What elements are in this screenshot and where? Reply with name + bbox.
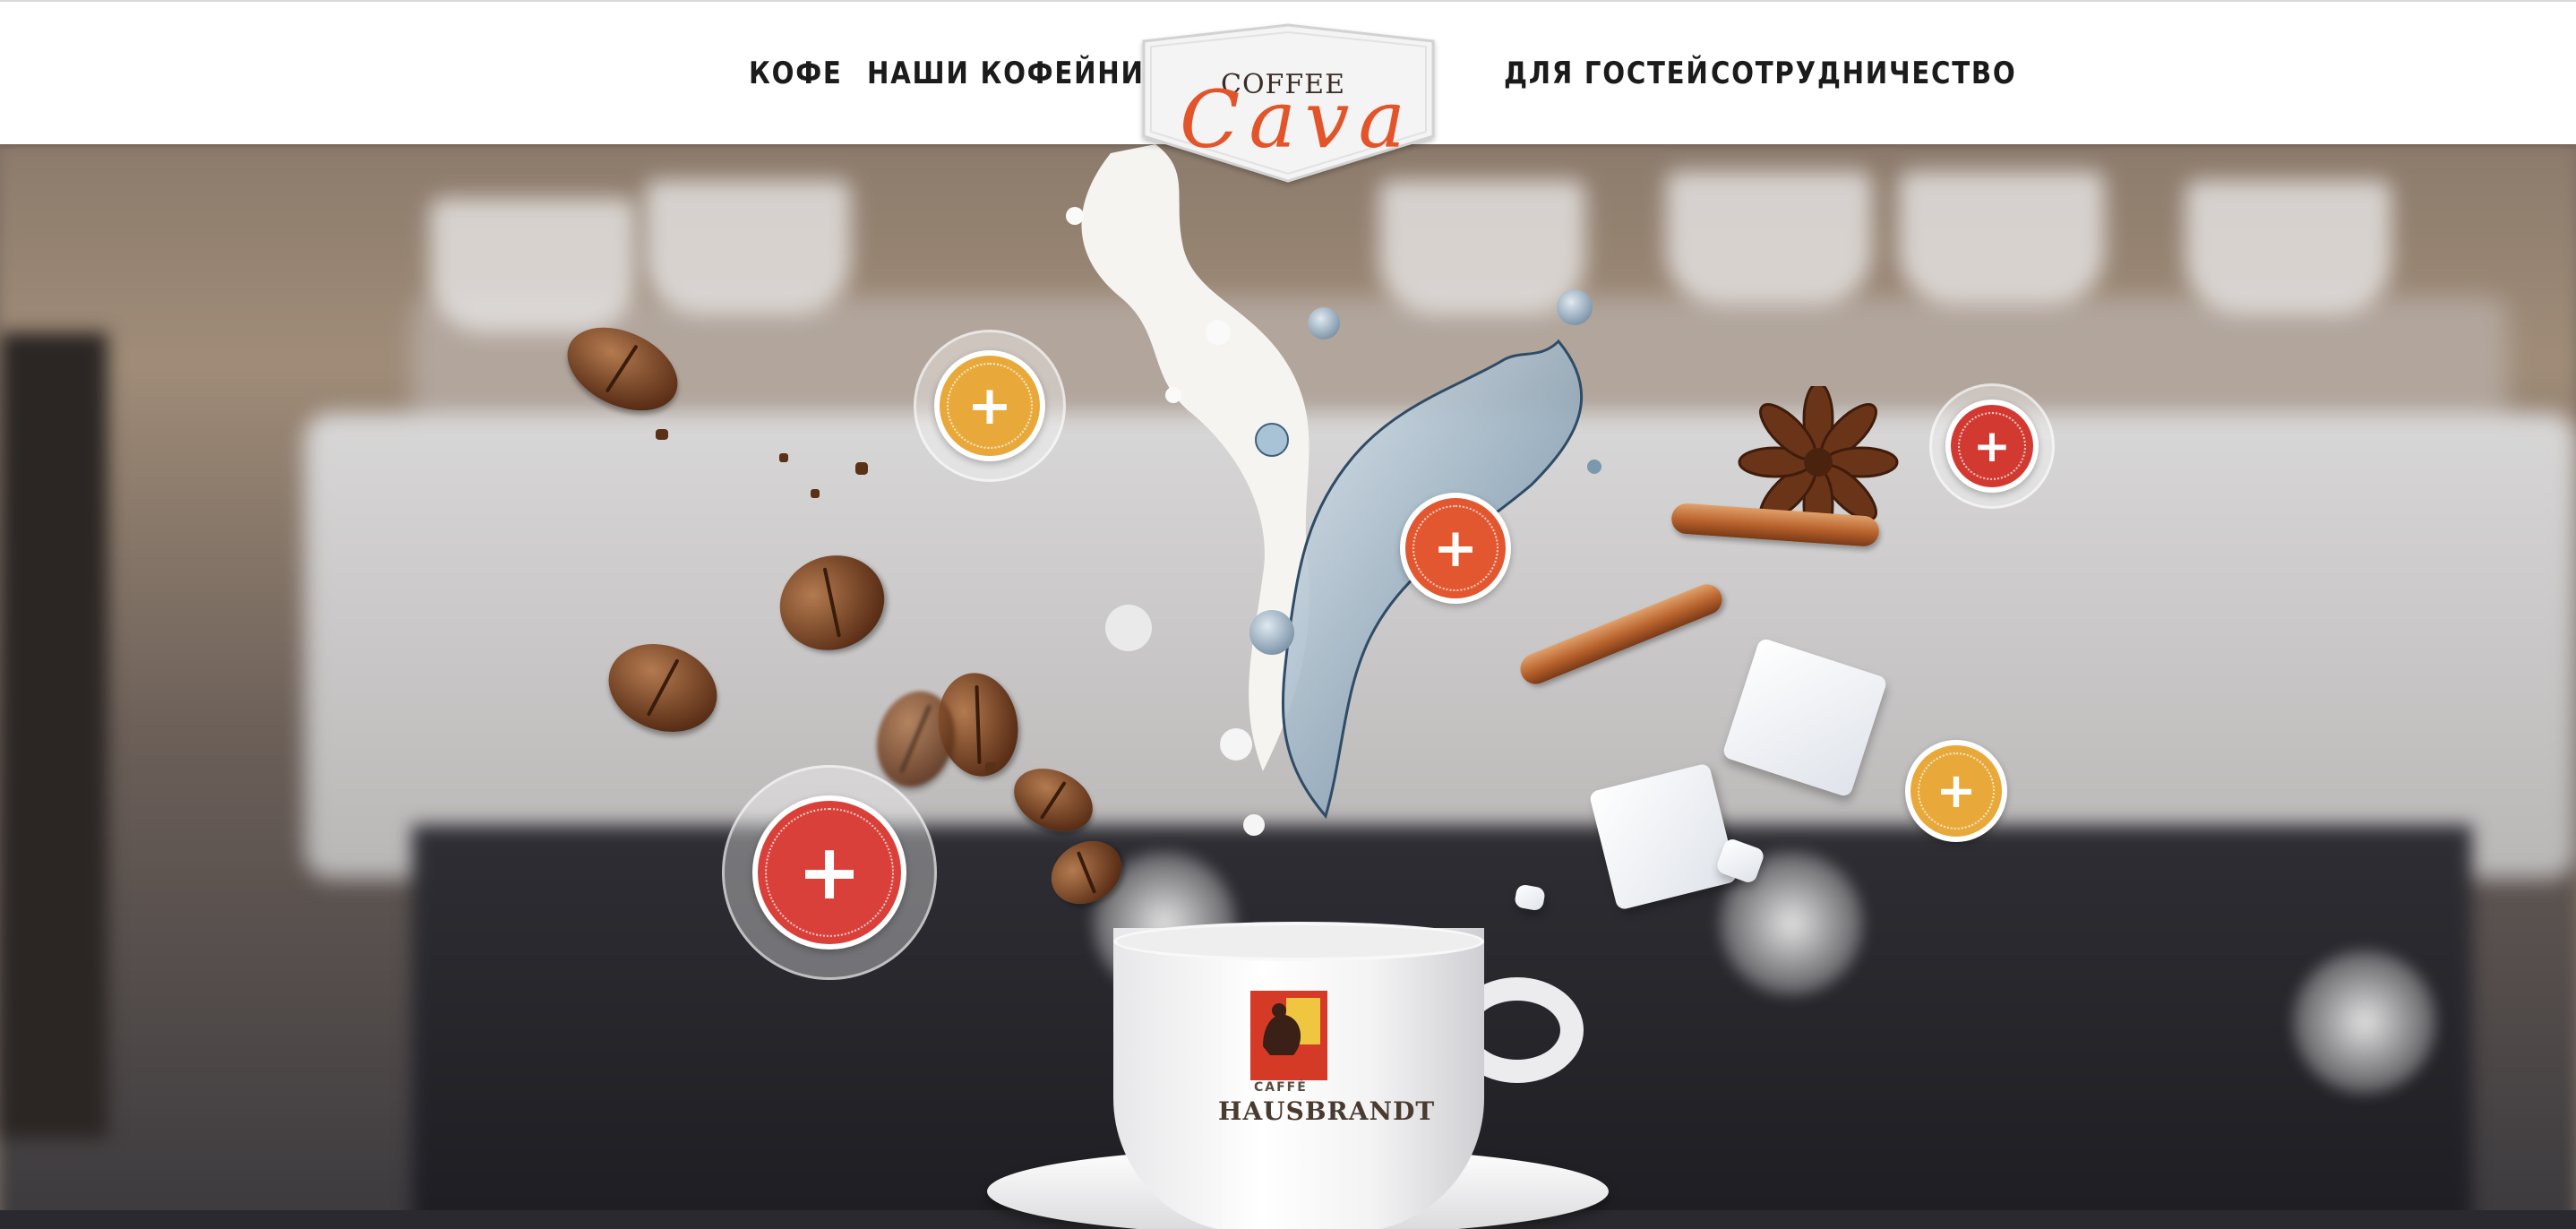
hotspot-disc: +: [1945, 400, 2039, 493]
hotspot-disc: +: [934, 350, 1045, 461]
water-droplet: [1308, 307, 1340, 339]
plus-icon: +: [1973, 420, 2011, 472]
coffee-crumb: [855, 462, 868, 475]
cup-brand-caffe: CAFFÈ: [1254, 1080, 1308, 1095]
background-cup: [1899, 171, 2105, 305]
nav-link-coffee[interactable]: КОФЕ: [749, 52, 843, 95]
cup-rim: [1113, 922, 1484, 961]
hero-scene: CAFFÈ HAUSBRANDT: [0, 144, 2576, 1229]
hotspot-button-orange-bottom-right[interactable]: +: [1905, 740, 2007, 842]
hausbrandt-logo-icon: [1250, 991, 1327, 1080]
background-cup: [430, 198, 636, 332]
water-droplet: [1557, 289, 1593, 325]
cup-brand-hausbrandt: HAUSBRANDT: [1218, 1096, 1436, 1126]
coffee-crumb: [656, 429, 668, 440]
background-light: [2293, 950, 2436, 1094]
hotspot-button-red-top-right[interactable]: +: [1929, 383, 2055, 509]
hotspot-disc: +: [1905, 740, 2007, 842]
coffee-crumb: [779, 453, 788, 462]
plus-icon: +: [966, 374, 1013, 437]
water-droplet: [1249, 610, 1294, 655]
nav-link-cooperation[interactable]: СОТРУДНИЧЕСТВО: [1711, 52, 2016, 95]
hotspot-disc: +: [752, 795, 906, 950]
background-grinder: [0, 332, 107, 1139]
hotspot-button-red-bottom-left[interactable]: +: [722, 765, 937, 980]
coffee-crumb: [985, 762, 996, 773]
background-cup: [2185, 180, 2391, 314]
coffee-cava-logo[interactable]: COFFEE Cava: [1126, 21, 1451, 192]
logo-cava-word: Cava: [1180, 73, 1414, 166]
coffee-crumb: [811, 489, 820, 498]
plus-icon: +: [796, 828, 863, 917]
nav-link-our-cafes[interactable]: НАШИ КОФЕЙНИ: [867, 52, 1145, 95]
hotspot-button-orange-top-left[interactable]: +: [914, 330, 1066, 482]
plus-icon: +: [1432, 517, 1479, 580]
background-cup: [1379, 180, 1585, 314]
hotspot-disc: +: [1400, 493, 1511, 604]
plus-icon: +: [1936, 762, 1977, 819]
background-cup: [1666, 171, 1872, 305]
nav-link-for-guests[interactable]: ДЛЯ ГОСТЕЙ: [1504, 52, 1710, 95]
hotspot-button-center[interactable]: +: [1400, 493, 1511, 604]
background-cup: [645, 180, 851, 314]
